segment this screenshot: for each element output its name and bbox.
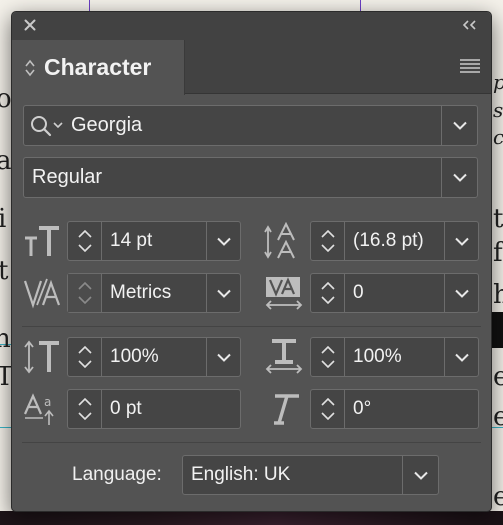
vertical-scale-value[interactable]: 100% (110, 338, 159, 376)
horizontal-scale-icon (264, 337, 304, 377)
horizontal-scale-dropdown-button[interactable] (444, 338, 478, 376)
language-value[interactable]: English: UK (191, 456, 290, 494)
bg-text: t (493, 204, 503, 234)
font-family-value[interactable]: Georgia (71, 106, 142, 145)
hamburger-icon (460, 59, 480, 73)
horizontal-scale-stepper[interactable] (311, 338, 345, 376)
leading-spinner[interactable]: (16.8 pt) (310, 221, 479, 261)
language-dropdown-button[interactable] (402, 456, 438, 494)
tab-label: Character (44, 54, 152, 80)
skew-spinner[interactable]: 0° (310, 389, 479, 429)
tracking-stepper[interactable] (311, 274, 345, 312)
baseline-shift-stepper[interactable] (68, 390, 102, 428)
bg-text: s (493, 98, 503, 122)
tracking-value[interactable]: 0 (353, 274, 364, 312)
font-style-value[interactable]: Regular (32, 158, 102, 197)
kerning-stepper[interactable] (68, 274, 102, 312)
horizontal-scale-value[interactable]: 100% (353, 338, 402, 376)
bg-text: e (493, 482, 503, 512)
double-chevron-icon (462, 20, 476, 30)
horizontal-scale-spinner[interactable]: 100% (310, 337, 479, 377)
kerning-value[interactable]: Metrics (110, 274, 171, 312)
font-size-icon (22, 221, 62, 261)
kerning-icon (22, 273, 62, 313)
bg-text: o (0, 84, 12, 114)
updown-arrows-icon (25, 59, 35, 76)
vertical-scale-spinner[interactable]: 100% (67, 337, 241, 377)
leading-value[interactable]: (16.8 pt) (353, 222, 424, 260)
chevron-down-icon (452, 173, 467, 182)
tracking-spinner[interactable]: 0 (310, 273, 479, 313)
baseline-shift-spinner[interactable]: 0 pt (67, 389, 241, 429)
search-icon[interactable] (30, 115, 66, 141)
tracking-dropdown-button[interactable] (444, 274, 478, 312)
panel-menu-button[interactable] (459, 56, 481, 76)
leading-dropdown-button[interactable] (444, 222, 478, 260)
chevron-down-icon (413, 471, 428, 480)
bg-text: c (493, 127, 503, 147)
font-style-field[interactable]: Regular (23, 157, 478, 198)
baseline-shift-icon: a (22, 389, 62, 429)
font-size-dropdown-button[interactable] (206, 222, 240, 260)
font-family-field[interactable]: Georgia (23, 105, 478, 146)
bg-text: t (0, 256, 9, 286)
skew-value[interactable]: 0° (353, 390, 371, 428)
chevron-down-icon (216, 353, 231, 362)
chevron-down-icon (216, 237, 231, 246)
chevron-down-icon (216, 289, 231, 298)
section-divider (22, 326, 481, 327)
character-panel: Character Georgia Regular 14 pt (16.8 pt… (11, 11, 492, 512)
close-button[interactable] (21, 16, 39, 34)
skew-stepper[interactable] (311, 390, 345, 428)
language-label: Language: (72, 464, 162, 485)
skew-icon (264, 389, 304, 429)
svg-text:a: a (44, 395, 51, 409)
language-select[interactable]: English: UK (182, 455, 439, 495)
bg-text: a (0, 146, 12, 176)
leading-icon (264, 221, 304, 261)
tracking-icon (264, 273, 304, 313)
bg-text: f (493, 238, 503, 268)
vertical-scale-stepper[interactable] (68, 338, 102, 376)
kerning-spinner[interactable]: Metrics (67, 273, 241, 313)
chevron-down-icon (452, 121, 467, 130)
panel-titlebar[interactable] (12, 12, 491, 40)
close-icon (24, 19, 36, 31)
bg-text: e (493, 362, 503, 392)
bg-text: e (493, 402, 503, 432)
tab-character[interactable]: Character (12, 40, 185, 95)
leading-stepper[interactable] (311, 222, 345, 260)
panel-tabbar: Character (12, 40, 491, 95)
vertical-scale-dropdown-button[interactable] (206, 338, 240, 376)
bg-text: h (0, 324, 11, 354)
vertical-scale-icon (22, 337, 62, 377)
font-style-dropdown-button[interactable] (441, 158, 477, 197)
font-size-spinner[interactable]: 14 pt (67, 221, 241, 261)
font-size-value[interactable]: 14 pt (110, 222, 152, 260)
section-divider (22, 442, 481, 443)
kerning-dropdown-button[interactable] (206, 274, 240, 312)
chevron-down-icon (454, 237, 469, 246)
baseline-shift-value[interactable]: 0 pt (110, 390, 142, 428)
chevron-down-icon (454, 289, 469, 298)
font-size-stepper[interactable] (68, 222, 102, 260)
chevron-down-icon (454, 353, 469, 362)
bg-photo (0, 511, 503, 525)
bg-text: h (493, 280, 503, 310)
bg-text: p (493, 72, 503, 92)
font-family-dropdown-button[interactable] (441, 106, 477, 145)
collapse-panel-button[interactable] (459, 16, 481, 34)
bg-text: i (0, 204, 7, 234)
